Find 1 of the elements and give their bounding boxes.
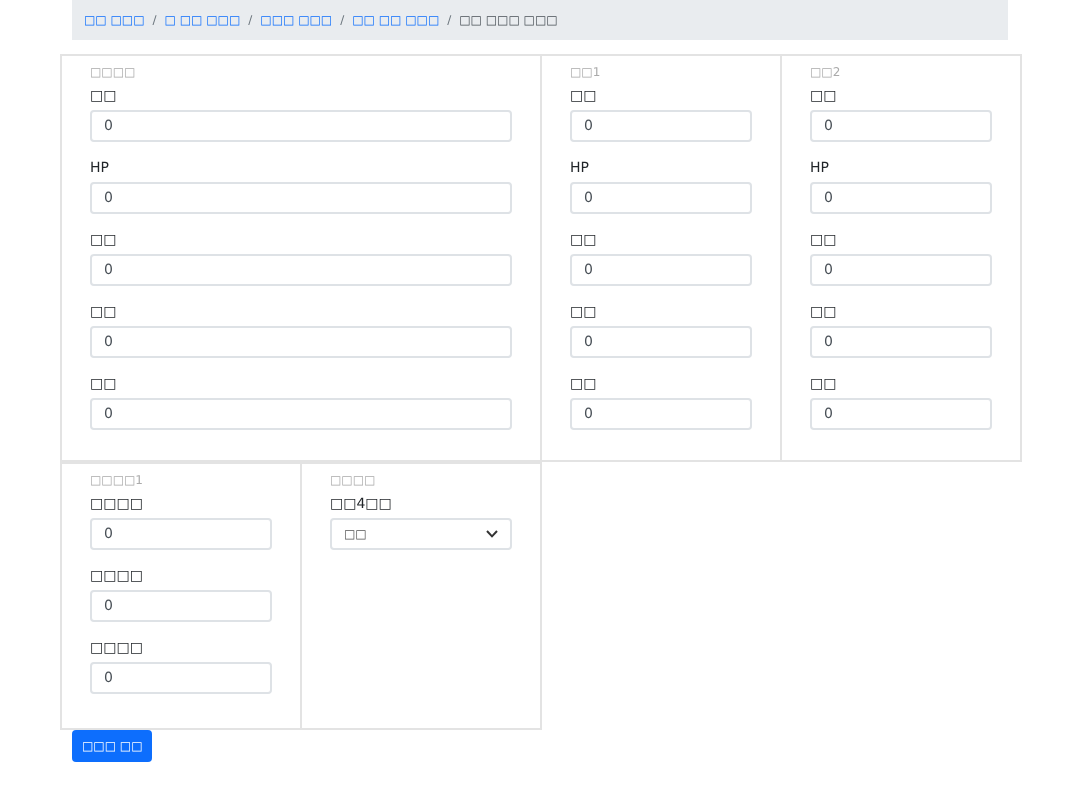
caret-icon [486, 530, 498, 538]
